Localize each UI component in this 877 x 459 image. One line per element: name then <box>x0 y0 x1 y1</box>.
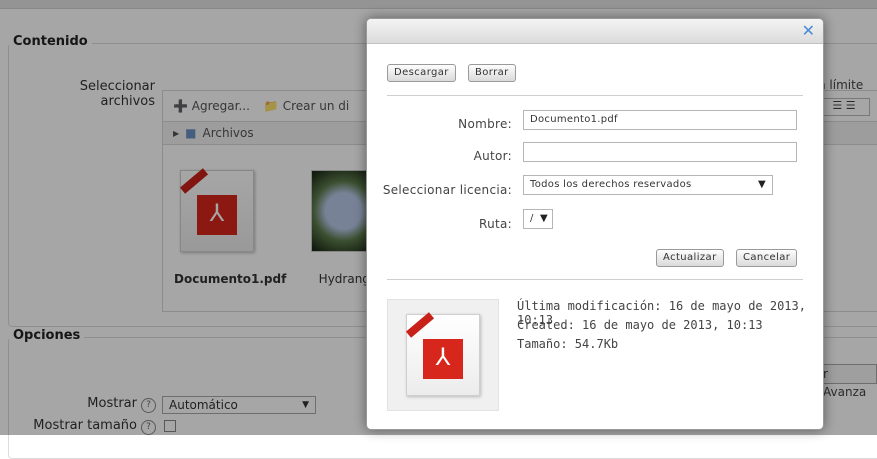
name-label: Nombre: <box>458 117 512 131</box>
author-label: Autor: <box>473 149 512 163</box>
update-button[interactable]: Actualizar <box>656 249 724 267</box>
delete-button[interactable]: Borrar <box>468 64 516 82</box>
chevron-down-icon: ▼ <box>758 179 766 190</box>
close-icon[interactable]: ✕ <box>802 21 815 40</box>
license-select[interactable]: Todos los derechos reservados ▼ <box>523 175 773 195</box>
created-text: Created: 16 de mayo de 2013, 10:13 <box>517 318 763 332</box>
path-label: Ruta: <box>478 217 512 231</box>
path-select[interactable]: / ▼ <box>523 209 553 229</box>
name-field[interactable]: Documento1.pdf <box>523 110 797 130</box>
size-text: Tamaño: 54.7Kb <box>517 337 619 351</box>
file-preview <box>387 299 499 411</box>
chevron-down-icon: ▼ <box>540 213 548 224</box>
cancel-button[interactable]: Cancelar <box>736 249 798 267</box>
pdf-icon <box>405 312 480 396</box>
file-details-dialog: ✕ Descargar Borrar Nombre: Documento1.pd… <box>366 18 824 430</box>
license-label: Seleccionar licencia: <box>382 183 512 197</box>
author-field[interactable] <box>523 142 797 162</box>
divider <box>387 279 803 280</box>
download-button[interactable]: Descargar <box>387 64 456 82</box>
dialog-header: ✕ <box>367 19 823 44</box>
divider <box>387 95 803 96</box>
